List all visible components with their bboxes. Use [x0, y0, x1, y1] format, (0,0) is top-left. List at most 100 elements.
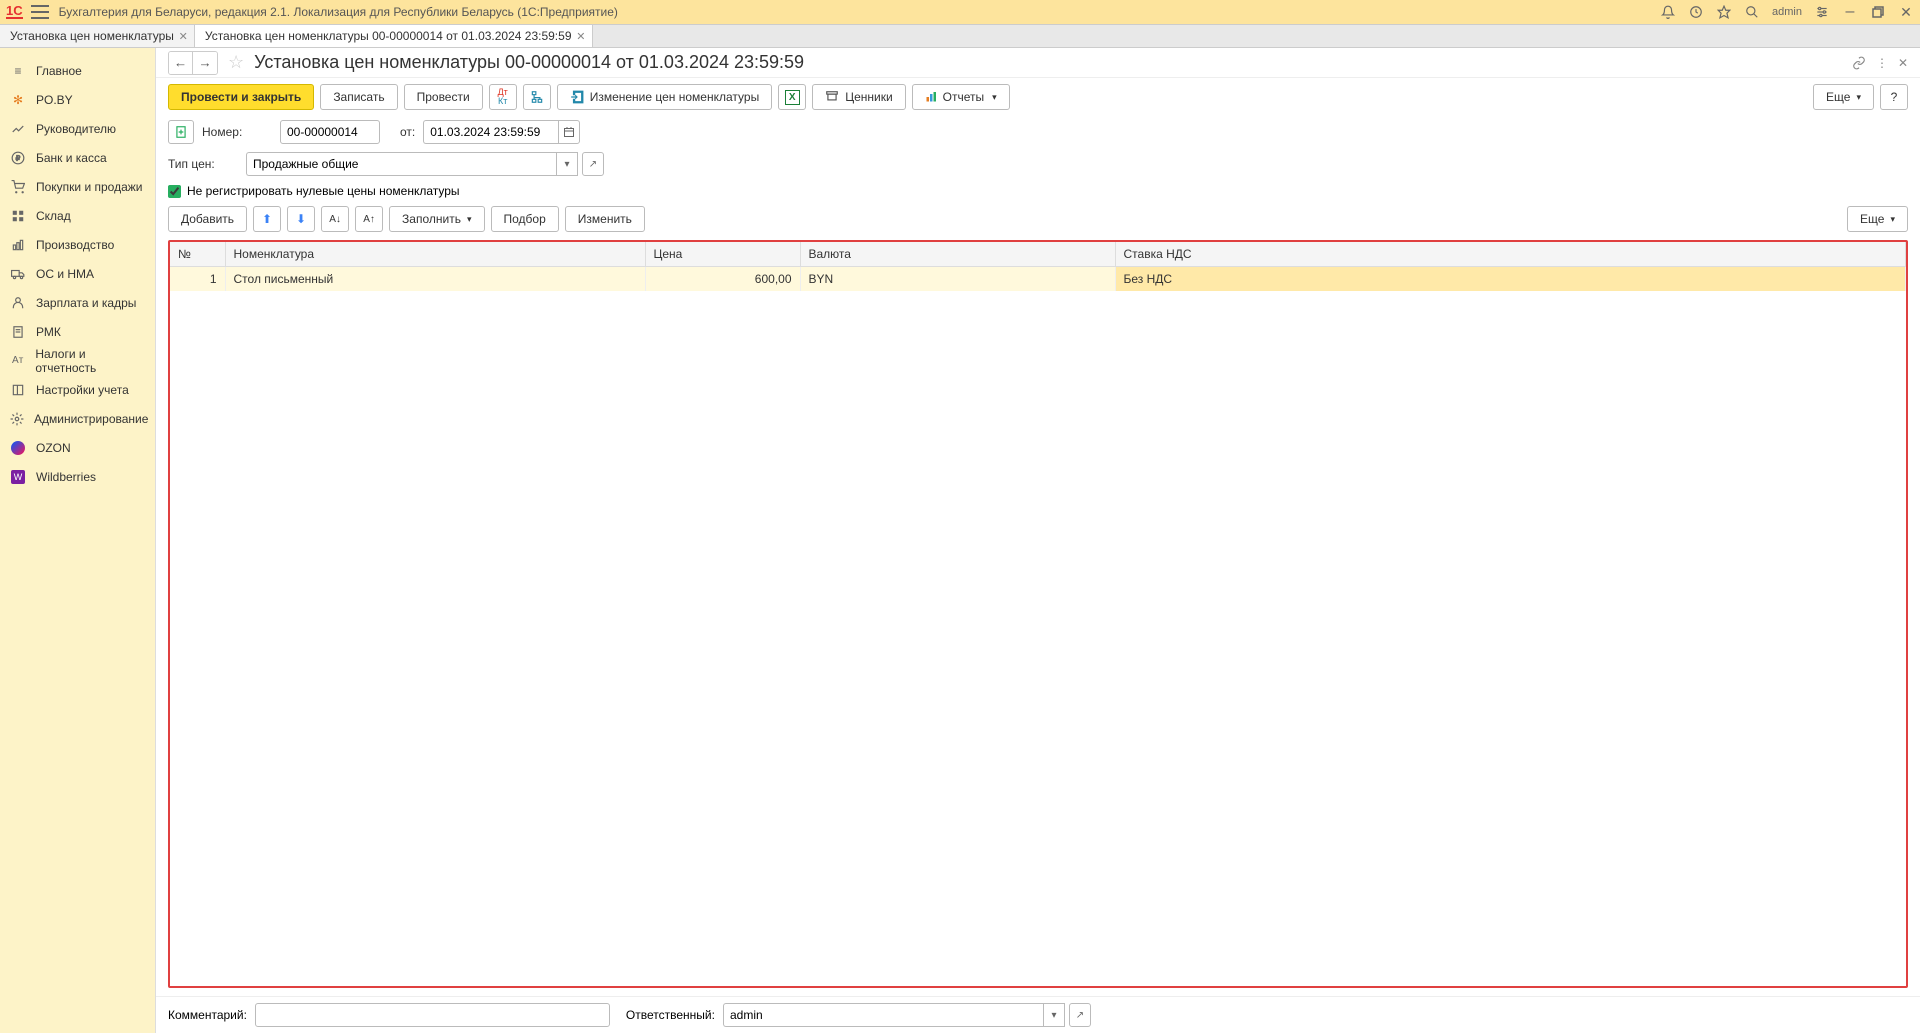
pick-button[interactable]: Подбор — [491, 206, 559, 232]
favorite-star-icon[interactable]: ☆ — [228, 52, 244, 73]
more-vertical-icon[interactable]: ⋮ — [1876, 56, 1888, 70]
comment-input[interactable] — [255, 1003, 610, 1027]
col-n[interactable]: № — [170, 242, 225, 267]
help-button[interactable]: ? — [1880, 84, 1908, 110]
post-button[interactable]: Провести — [404, 84, 483, 110]
menu-icon: ≡ — [10, 63, 26, 79]
sidebar-item-admin[interactable]: Администрирование — [0, 404, 155, 433]
sidebar-item-main[interactable]: ≡Главное — [0, 56, 155, 85]
search-icon[interactable] — [1744, 4, 1760, 20]
sidebar-item-manager[interactable]: Руководителю — [0, 114, 155, 143]
table-row[interactable]: 1 Стол письменный 600,00 BYN Без НДС — [170, 267, 1906, 292]
sidebar-item-rmk[interactable]: РМК — [0, 317, 155, 346]
sidebar-item-sales[interactable]: Покупки и продажи — [0, 172, 155, 201]
cart-icon — [10, 179, 26, 195]
forward-button[interactable]: → — [193, 52, 217, 74]
dt-kt-icon[interactable]: ДтКт — [489, 84, 517, 110]
maximize-icon[interactable] — [1870, 4, 1886, 20]
tabs-bar: Установка цен номенклатуры ✕ Установка ц… — [0, 24, 1920, 48]
sidebar-item-assets[interactable]: ОС и НМА — [0, 259, 155, 288]
save-button[interactable]: Записать — [320, 84, 397, 110]
user-label[interactable]: admin — [1772, 6, 1802, 18]
sort-asc-button[interactable]: A↓ — [321, 206, 349, 232]
back-button[interactable]: ← — [169, 52, 193, 74]
ozon-icon — [10, 440, 26, 456]
pricetype-row: Тип цен: ▾ ↗ — [156, 148, 1920, 180]
cell-vat[interactable]: Без НДС — [1115, 267, 1906, 292]
col-vat[interactable]: Ставка НДС — [1115, 242, 1906, 267]
wb-icon: W — [10, 469, 26, 485]
toolbar-more-button[interactable]: Еще ▾ — [1813, 84, 1874, 110]
grid-icon — [10, 208, 26, 224]
ruble-icon: ₽ — [10, 150, 26, 166]
cell-price[interactable]: 600,00 — [645, 267, 800, 292]
doc-toolbar: Провести и закрыть Записать Провести ДтК… — [156, 78, 1920, 116]
cell-item[interactable]: Стол письменный — [225, 267, 645, 292]
price-table[interactable]: № Номенклатура Цена Валюта Ставка НДС 1 … — [170, 242, 1906, 291]
move-down-button[interactable]: ⬇ — [287, 206, 315, 232]
pricetype-label: Тип цен: — [168, 157, 238, 171]
table-header-row: № Номенклатура Цена Валюта Ставка НДС — [170, 242, 1906, 267]
dropdown-icon[interactable]: ▾ — [1043, 1003, 1065, 1027]
link-icon[interactable] — [1852, 56, 1866, 70]
chart-icon — [10, 121, 26, 137]
fill-button[interactable]: Заполнить ▾ — [389, 206, 484, 232]
history-icon[interactable] — [1688, 4, 1704, 20]
tab-label: Установка цен номенклатуры — [10, 29, 174, 43]
post-close-button[interactable]: Провести и закрыть — [168, 84, 314, 110]
excel-icon[interactable]: X — [778, 84, 806, 110]
doc-header: ← → ☆ Установка цен номенклатуры 00-0000… — [156, 48, 1920, 78]
sidebar-item-bank[interactable]: ₽Банк и касса — [0, 143, 155, 172]
person-icon — [10, 295, 26, 311]
table-more-button[interactable]: Еще ▾ — [1847, 206, 1908, 232]
price-change-button[interactable]: Изменение цен номенклатуры — [557, 84, 773, 110]
col-currency[interactable]: Валюта — [800, 242, 1115, 267]
cell-currency[interactable]: BYN — [800, 267, 1115, 292]
svg-text:₽: ₽ — [16, 154, 21, 162]
new-doc-icon[interactable] — [168, 120, 194, 144]
open-icon[interactable]: ↗ — [582, 152, 604, 176]
cell-n[interactable]: 1 — [170, 267, 225, 292]
sidebar-item-poby[interactable]: ✻PO.BY — [0, 85, 155, 114]
col-price[interactable]: Цена — [645, 242, 800, 267]
minimize-icon[interactable]: – — [1842, 4, 1858, 20]
close-icon[interactable]: ✕ — [1898, 4, 1914, 20]
sidebar-item-taxes[interactable]: AтНалоги и отчетность — [0, 346, 155, 375]
sort-desc-button[interactable]: A↑ — [355, 206, 383, 232]
open-icon[interactable]: ↗ — [1069, 1003, 1091, 1027]
structure-icon[interactable] — [523, 84, 551, 110]
move-up-button[interactable]: ⬆ — [253, 206, 281, 232]
sidebar-item-settings[interactable]: Настройки учета — [0, 375, 155, 404]
add-button[interactable]: Добавить — [168, 206, 247, 232]
doc-icon: Aт — [10, 353, 25, 369]
tab-close-icon[interactable]: ✕ — [179, 30, 188, 43]
sparkle-icon: ✻ — [10, 92, 26, 108]
skip-zero-checkbox[interactable] — [168, 185, 181, 198]
star-icon[interactable] — [1716, 4, 1732, 20]
number-input[interactable] — [280, 120, 380, 144]
date-input[interactable] — [423, 120, 558, 144]
reports-button[interactable]: Отчеты▾ — [912, 84, 1010, 110]
calendar-icon[interactable] — [558, 120, 580, 144]
tab-1[interactable]: Установка цен номенклатуры 00-00000014 о… — [195, 25, 593, 47]
sidebar-item-hr[interactable]: Зарплата и кадры — [0, 288, 155, 317]
sidebar-item-production[interactable]: Производство — [0, 230, 155, 259]
responsible-label: Ответственный: — [626, 1008, 715, 1022]
main-menu-icon[interactable] — [31, 5, 49, 19]
settings-icon[interactable] — [1814, 4, 1830, 20]
edit-button[interactable]: Изменить — [565, 206, 645, 232]
sidebar-item-ozon[interactable]: OZON — [0, 433, 155, 462]
tab-0[interactable]: Установка цен номенклатуры ✕ — [0, 25, 195, 47]
responsible-input[interactable] — [723, 1003, 1043, 1027]
col-item[interactable]: Номенклатура — [225, 242, 645, 267]
pricetype-input[interactable] — [246, 152, 556, 176]
bell-icon[interactable] — [1660, 4, 1676, 20]
tab-close-icon[interactable]: ✕ — [576, 30, 585, 43]
pricetags-button[interactable]: Ценники — [812, 84, 905, 110]
dropdown-icon[interactable]: ▾ — [556, 152, 578, 176]
tab-label: Установка цен номенклатуры 00-00000014 о… — [205, 29, 572, 43]
sidebar-item-wildberries[interactable]: WWildberries — [0, 462, 155, 491]
receipt-icon — [10, 324, 26, 340]
sidebar-item-warehouse[interactable]: Склад — [0, 201, 155, 230]
close-doc-icon[interactable]: ✕ — [1898, 56, 1908, 70]
